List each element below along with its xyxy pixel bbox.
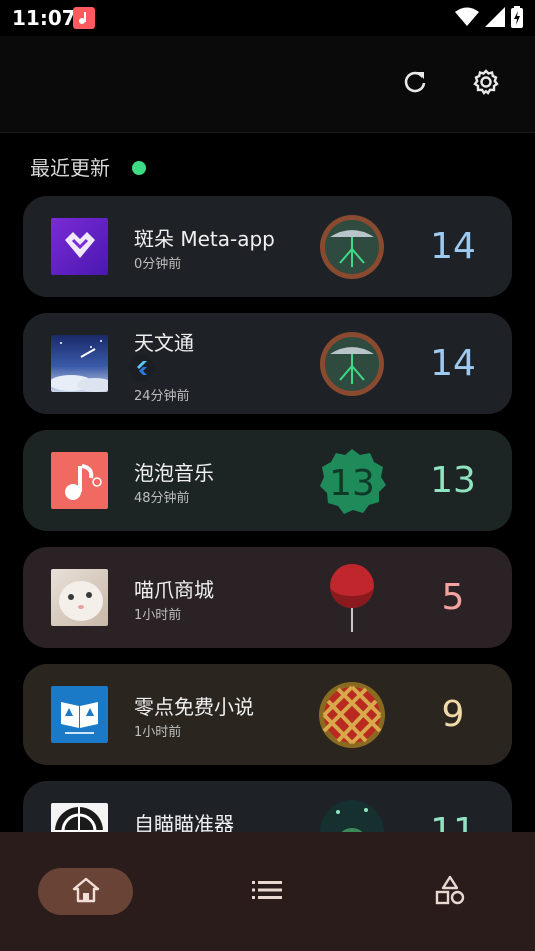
app-name: 斑朵 Meta-app xyxy=(134,227,275,251)
android-14-badge xyxy=(318,213,386,281)
refresh-icon xyxy=(402,69,428,99)
wifi-icon xyxy=(455,7,479,31)
list-icon xyxy=(252,880,282,904)
refresh-button[interactable] xyxy=(397,66,433,102)
list-item[interactable]: 喵爪商城 1小时前 5 xyxy=(23,547,512,648)
android-14-badge xyxy=(318,330,386,398)
section-title: 最近更新 xyxy=(30,156,110,180)
list-item[interactable]: 斑朵 Meta-app 0分钟前 14 xyxy=(23,196,512,297)
gear-icon xyxy=(472,68,500,100)
pie-badge xyxy=(318,681,386,749)
sdk-version: 14 xyxy=(430,343,476,384)
svg-text:13: 13 xyxy=(329,463,375,504)
app-name: 天文通 xyxy=(134,331,194,355)
nav-home-button[interactable] xyxy=(38,868,133,915)
status-bar: 11:07 xyxy=(0,0,535,36)
toolbar xyxy=(0,36,535,133)
app-name: 泡泡音乐 xyxy=(134,461,214,485)
app-updated-time: 0分钟前 xyxy=(134,257,182,272)
status-dot xyxy=(132,161,146,175)
shapes-icon xyxy=(435,875,465,909)
app-icon xyxy=(51,218,108,275)
nav-list-button[interactable] xyxy=(237,868,297,915)
sdk-version: 14 xyxy=(430,226,476,267)
app-icon xyxy=(51,335,108,392)
app-updated-time: 1小时前 xyxy=(134,608,182,623)
flutter-icon xyxy=(129,355,155,381)
list-item[interactable]: 零点免费小说 1小时前 9 xyxy=(23,664,512,765)
app-updated-time: 48分钟前 xyxy=(134,491,190,506)
home-icon xyxy=(72,877,100,907)
signal-icon xyxy=(485,7,505,31)
app-name: 零点免费小说 xyxy=(134,695,254,719)
app-icon xyxy=(51,569,108,626)
android-13-badge: 13 xyxy=(318,447,386,515)
battery-icon xyxy=(511,6,523,32)
app-updated-time: 24分钟前 xyxy=(134,389,190,404)
notification-icon xyxy=(73,7,95,29)
sdk-version: 5 xyxy=(441,577,465,618)
nav-shapes-button[interactable] xyxy=(420,868,480,915)
app-name: 喵爪商城 xyxy=(134,578,214,602)
list-item[interactable]: 泡泡音乐 48分钟前 13 13 xyxy=(23,430,512,531)
lollipop-badge xyxy=(318,564,386,632)
app-icon xyxy=(51,686,108,743)
settings-button[interactable] xyxy=(468,66,504,102)
bottom-nav xyxy=(0,832,535,951)
sdk-version: 13 xyxy=(430,460,476,501)
list-item[interactable]: 天文通 24分钟前 14 xyxy=(23,313,512,414)
status-time: 11:07 xyxy=(12,6,76,30)
app-icon xyxy=(51,452,108,509)
app-updated-time: 1小时前 xyxy=(134,725,182,740)
sdk-version: 9 xyxy=(441,694,465,735)
